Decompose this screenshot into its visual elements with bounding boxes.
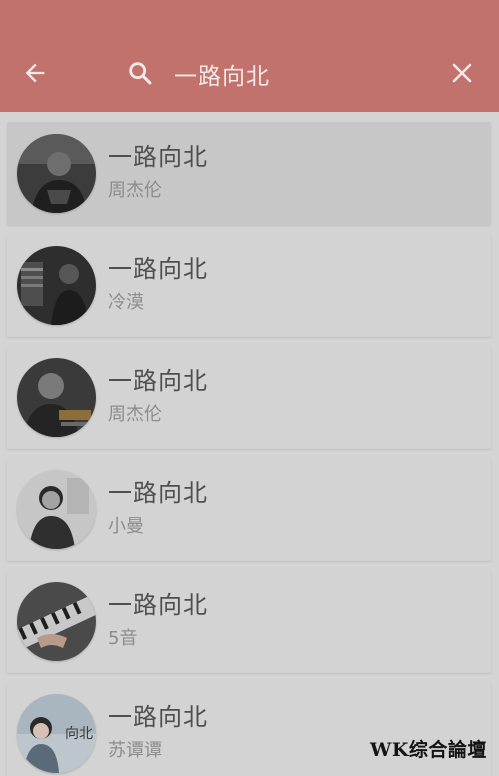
artist-name: 苏谭谭 xyxy=(108,740,162,761)
song-title: 一路向北 xyxy=(108,143,208,171)
search-result-item[interactable]: 一路向北 周杰伦 xyxy=(7,346,491,449)
search-result-item[interactable]: 一路向北 周杰伦 xyxy=(7,122,491,225)
artist-name: 小曼 xyxy=(108,516,144,537)
album-cover xyxy=(17,134,96,213)
album-cover xyxy=(17,246,96,325)
svg-text:向北: 向北 xyxy=(65,726,93,742)
search-result-item[interactable]: 一路向北 冷漠 xyxy=(7,234,491,337)
song-title: 一路向北 xyxy=(108,479,208,507)
album-cover xyxy=(17,582,96,661)
album-cover xyxy=(17,358,96,437)
back-button[interactable] xyxy=(18,56,52,90)
artist-name: 冷漠 xyxy=(108,292,144,313)
close-icon xyxy=(452,63,472,83)
artist-name: 周杰伦 xyxy=(108,404,162,425)
search-result-item[interactable]: 一路向北 5音 xyxy=(7,570,491,673)
search-result-item[interactable]: 一路向北 小曼 xyxy=(7,458,491,561)
app-screen: 一路向北 周杰伦 一路向北 冷漠 xyxy=(0,0,499,776)
album-cover xyxy=(17,470,96,549)
search-icon xyxy=(124,57,156,89)
search-header xyxy=(0,0,499,112)
artist-name: 周杰伦 xyxy=(108,180,162,201)
song-title: 一路向北 xyxy=(108,591,208,619)
song-title: 一路向北 xyxy=(108,703,208,731)
watermark: WK综合論壇 xyxy=(370,739,487,761)
album-cover: 向北 xyxy=(17,694,96,773)
arrow-left-icon xyxy=(25,63,45,83)
artist-name: 5音 xyxy=(108,628,138,649)
search-input[interactable] xyxy=(174,54,424,94)
song-title: 一路向北 xyxy=(108,367,208,395)
song-title: 一路向北 xyxy=(108,255,208,283)
clear-search-button[interactable] xyxy=(445,56,479,90)
